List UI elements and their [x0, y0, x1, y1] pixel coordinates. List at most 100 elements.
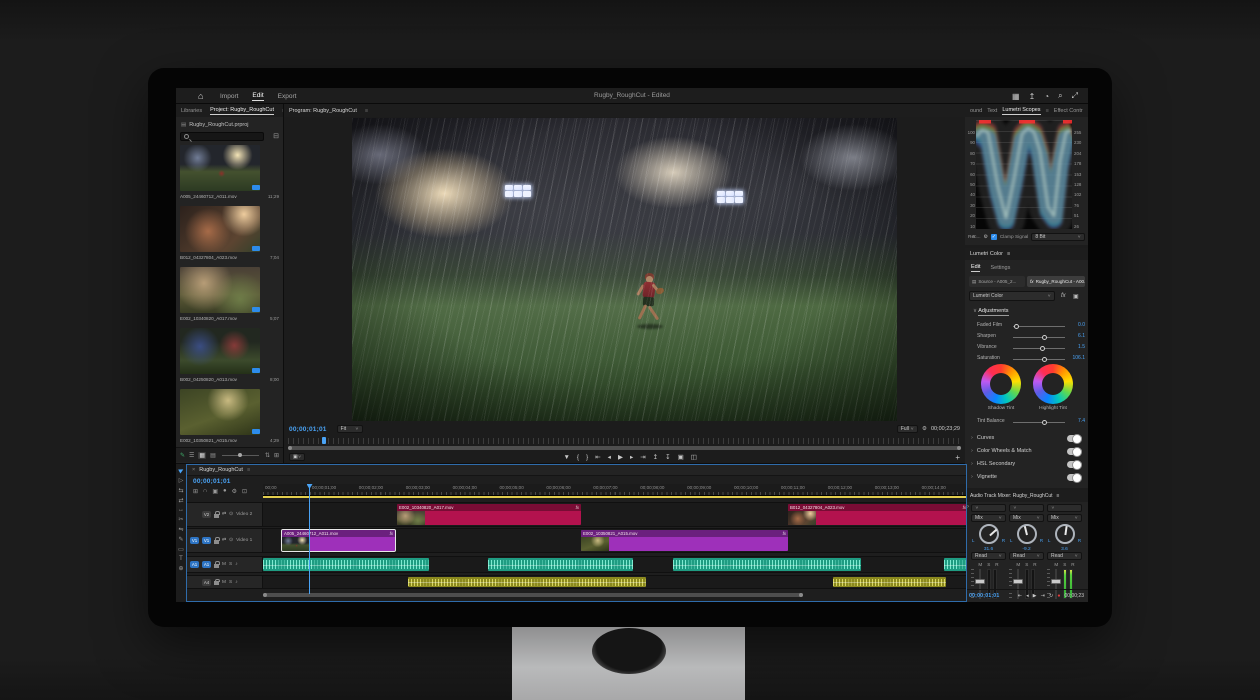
panel-menu-icon[interactable]: ≡: [1007, 251, 1010, 257]
track-m-button[interactable]: M: [1016, 562, 1020, 567]
timeline-clip[interactable]: [408, 577, 646, 587]
track-header-v2[interactable]: V2⇄⊙Video 2: [187, 503, 263, 526]
track-s-button[interactable]: S: [1025, 562, 1028, 567]
program-viewport[interactable]: [352, 118, 897, 421]
tab-effect-contr[interactable]: Effect Contr: [1054, 108, 1083, 114]
program-timecode[interactable]: 00;00;01;01: [289, 426, 327, 433]
section-toggle[interactable]: [1067, 474, 1082, 481]
settings-dropdown[interactable]: ▣∨: [289, 453, 305, 461]
loop-icon[interactable]: ↻: [1049, 593, 1053, 599]
fader-handle[interactable]: [1051, 579, 1061, 584]
slider-handle[interactable]: [1042, 357, 1047, 362]
sync-lock-icon[interactable]: ⇄: [222, 538, 226, 543]
clip-list-item[interactable]: B012_04327804_A023.mov7;04: [180, 206, 279, 264]
track-header-a4[interactable]: A4MS♪: [187, 576, 263, 588]
pen-tool[interactable]: ✎: [178, 536, 183, 543]
track-r-button[interactable]: R: [1071, 562, 1074, 567]
play-icon[interactable]: ▶: [1033, 593, 1037, 599]
timeline-clip[interactable]: [673, 558, 861, 571]
rate-stretch-tool[interactable]: ↔: [178, 507, 184, 513]
slider-track[interactable]: [1013, 337, 1065, 338]
tab-text[interactable]: Text: [987, 108, 997, 114]
track-assign-dropdown[interactable]: ∨: [1047, 504, 1082, 512]
tab-project[interactable]: Project: Rugby_RoughCut: [210, 107, 274, 115]
section-toggle[interactable]: [1067, 448, 1082, 455]
linked-selection-icon[interactable]: ▣: [212, 488, 218, 495]
rolling-edit-tool[interactable]: ⇄: [178, 497, 183, 504]
timeline-clip[interactable]: A005_24460712_A011.movfx: [282, 530, 395, 551]
lift-icon[interactable]: ↥: [653, 453, 658, 461]
track-target-chip[interactable]: V2: [202, 511, 211, 518]
tint-balance-slider[interactable]: Tint Balance 7.4: [965, 416, 1088, 427]
wrench-icon[interactable]: ⚙: [984, 235, 988, 240]
shadow-tint-wheel[interactable]: [981, 364, 1021, 404]
track-r-button[interactable]: R: [1033, 562, 1036, 567]
section-color-wheels-match[interactable]: ›Color Wheels & Match: [965, 445, 1088, 457]
work-area-bar[interactable]: [263, 496, 966, 498]
highlight-tint-wheel[interactable]: [1033, 364, 1073, 404]
rectangle-tool[interactable]: ▭: [178, 546, 184, 553]
voiceover-mic-icon[interactable]: ♪: [235, 580, 237, 585]
panel-menu-icon[interactable]: ≡: [365, 108, 368, 114]
mark-in-icon[interactable]: {: [577, 454, 579, 461]
track-m-button[interactable]: M: [1054, 562, 1058, 567]
project-bin-row[interactable]: ▤ Rugby_RoughCut.prproj: [176, 119, 283, 130]
track-r-button[interactable]: R: [995, 562, 998, 567]
comparison-view-icon[interactable]: ◫: [691, 453, 697, 461]
timeline-clip[interactable]: [488, 558, 633, 571]
timeline-clip[interactable]: [944, 558, 966, 571]
bit-depth-dropdown[interactable]: 8 Bit∨: [1031, 233, 1085, 241]
step-forward-icon[interactable]: ▸: [630, 453, 633, 461]
track-select-tool[interactable]: ▷: [179, 477, 184, 484]
extract-icon[interactable]: ↧: [665, 453, 670, 461]
step-back-icon[interactable]: ◂: [1026, 593, 1029, 599]
lock-icon[interactable]: [214, 564, 219, 568]
track-s-button[interactable]: S: [987, 562, 990, 567]
adjustments-section[interactable]: ∨ Adjustments: [973, 308, 1009, 314]
track-output-eye-icon[interactable]: ⊙: [229, 538, 233, 543]
playback-quality-dropdown[interactable]: Full ∨: [897, 425, 918, 433]
search-input[interactable]: [180, 132, 264, 141]
go-to-in-icon[interactable]: ⇤: [595, 453, 600, 461]
go-to-in-icon[interactable]: ⇤: [1018, 593, 1022, 599]
section-toggle[interactable]: [1067, 435, 1082, 442]
timeline-clip[interactable]: [263, 558, 429, 571]
slider-track[interactable]: [1013, 359, 1065, 360]
pan-knob[interactable]: [1017, 524, 1037, 544]
sync-lock-icon[interactable]: ⇄: [222, 512, 226, 517]
track-m-button[interactable]: M: [978, 562, 982, 567]
razor-tool[interactable]: ✂: [178, 516, 183, 523]
new-search-bin-icon[interactable]: ⊟: [273, 132, 279, 140]
program-scrollbar[interactable]: [288, 446, 961, 450]
close-icon[interactable]: ×: [192, 467, 195, 473]
track-target-chip[interactable]: A1: [202, 561, 211, 568]
slider-handle[interactable]: [1042, 335, 1047, 340]
quick-export-icon[interactable]: ↥: [1029, 92, 1036, 101]
ripple-edit-tool[interactable]: ⇆: [178, 487, 183, 494]
play-in-out-icon[interactable]: ⇥: [1041, 593, 1045, 599]
mix-dropdown[interactable]: Mix∨: [971, 514, 1006, 522]
type-tool[interactable]: T: [179, 556, 183, 562]
lock-icon[interactable]: [214, 514, 219, 518]
add-button[interactable]: +: [955, 453, 960, 462]
clamp-checkbox[interactable]: ✓: [991, 234, 997, 240]
program-mini-timeline[interactable]: [288, 438, 961, 444]
timeline-clip[interactable]: [833, 577, 946, 587]
clip-list-item[interactable]: E002_10350821_A015.mov4;29: [180, 389, 279, 446]
panel-menu-icon[interactable]: ≡: [247, 467, 250, 473]
tab-ound[interactable]: ound: [970, 108, 982, 114]
effect-dropdown[interactable]: Lumetri Color∨: [969, 291, 1055, 301]
automation-dropdown[interactable]: Read∨: [1047, 552, 1082, 560]
section-curves[interactable]: ›Curves: [965, 432, 1088, 444]
record-icon[interactable]: ●: [1057, 593, 1060, 599]
track-assign-dropdown[interactable]: ∨: [1009, 504, 1044, 512]
slider-sharpen[interactable]: Sharpen6.1: [965, 331, 1088, 342]
timeline-clip[interactable]: E002_10340820_A017.movfx: [397, 504, 581, 525]
selection-tool[interactable]: ▶: [177, 466, 184, 474]
list-view-icon[interactable]: ☰: [189, 452, 194, 459]
new-bin-icon[interactable]: ⊞: [274, 452, 279, 459]
timeline-clip[interactable]: E002_10350821_A015.movfx: [581, 530, 788, 551]
tab-edit[interactable]: Edit: [971, 264, 980, 272]
clip-list-item[interactable]: E002_10340820_A017.mov5;07: [180, 267, 279, 325]
track-target-chip[interactable]: V1: [202, 537, 211, 544]
